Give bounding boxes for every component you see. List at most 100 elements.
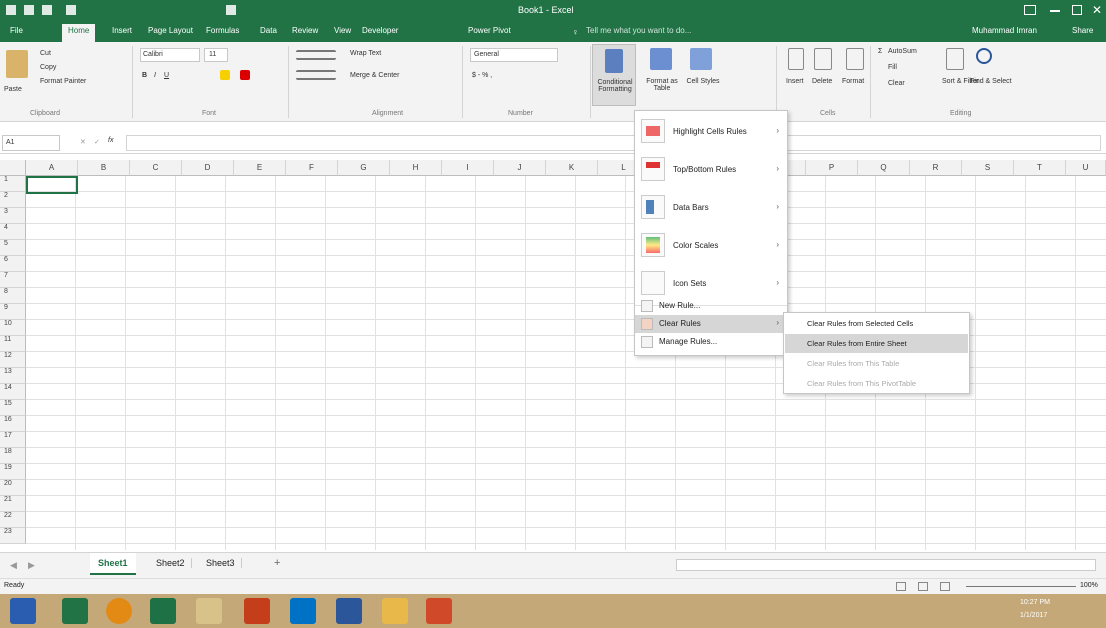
row-header[interactable]: 6 — [0, 256, 26, 272]
row-header[interactable]: 19 — [0, 464, 26, 480]
row-header[interactable]: 23 — [0, 528, 26, 544]
insert-function-icon[interactable]: fx — [108, 137, 113, 144]
column-header[interactable]: B — [78, 160, 130, 176]
format-as-table-button[interactable]: Format as Table — [642, 78, 682, 92]
sheet-tab-3[interactable]: Sheet3 — [200, 558, 242, 568]
column-header[interactable]: P — [806, 160, 858, 176]
tab-home[interactable]: Home — [62, 24, 96, 42]
insert-cells-icon[interactable] — [788, 48, 804, 70]
row-header[interactable]: 10 — [0, 320, 26, 336]
clear-button[interactable]: Clear — [888, 80, 905, 87]
delete-button[interactable]: Delete — [812, 78, 832, 85]
column-header[interactable]: H — [390, 160, 442, 176]
tab-formulas[interactable]: Formulas — [206, 26, 239, 35]
row-header[interactable]: 12 — [0, 352, 26, 368]
scroll-right-icon[interactable]: ▶ — [28, 560, 35, 571]
align-top-icon[interactable] — [296, 50, 336, 60]
select-all-corner[interactable] — [0, 160, 26, 176]
folder-icon[interactable] — [382, 598, 408, 624]
minimize-icon[interactable] — [1050, 10, 1060, 12]
active-cell-a1[interactable] — [26, 176, 78, 194]
scroll-left-icon[interactable]: ◀ — [10, 560, 17, 571]
row-header[interactable]: 9 — [0, 304, 26, 320]
start-icon[interactable] — [10, 598, 36, 624]
find-select-button[interactable]: Find & Select — [970, 78, 1012, 85]
tab-page-layout[interactable]: Page Layout — [148, 26, 193, 35]
menu-item-manage-rules[interactable]: Manage Rules... — [635, 333, 787, 351]
cancel-icon[interactable]: ✕ — [80, 138, 86, 146]
tab-view[interactable]: View — [334, 26, 351, 35]
row-header[interactable]: 13 — [0, 368, 26, 384]
form-icon[interactable] — [66, 5, 76, 15]
menu-item-top-bottom-rules[interactable]: Top/Bottom Rules › — [635, 151, 787, 189]
column-header[interactable]: D — [182, 160, 234, 176]
tab-review[interactable]: Review — [292, 26, 318, 35]
menu-item-new-rule[interactable]: New Rule... — [635, 297, 787, 315]
row-header[interactable]: 1 — [0, 176, 26, 192]
tab-developer[interactable]: Developer — [362, 26, 398, 35]
zoom-slider[interactable] — [966, 586, 1076, 587]
font-size-select[interactable]: 11 — [204, 48, 228, 62]
tab-data[interactable]: Data — [260, 26, 277, 35]
column-header[interactable]: E — [234, 160, 286, 176]
accounting-format-icon[interactable]: $ - % , — [472, 72, 492, 79]
share-button[interactable]: Share — [1072, 26, 1093, 35]
insert-button[interactable]: Insert — [786, 78, 804, 85]
horizontal-scrollbar[interactable] — [676, 559, 1096, 571]
page-layout-view-icon[interactable] — [918, 582, 928, 591]
format-cells-icon[interactable] — [846, 48, 864, 70]
row-header[interactable]: 3 — [0, 208, 26, 224]
column-header[interactable]: A — [26, 160, 78, 176]
tab-insert[interactable]: Insert — [112, 26, 132, 35]
row-header[interactable]: 15 — [0, 400, 26, 416]
wrap-text-button[interactable]: Wrap Text — [350, 50, 381, 57]
column-header[interactable]: T — [1014, 160, 1066, 176]
row-header[interactable]: 18 — [0, 448, 26, 464]
align-left-icon[interactable] — [296, 70, 336, 80]
excel-taskbar-icon[interactable] — [150, 598, 176, 624]
column-header[interactable]: Q — [858, 160, 910, 176]
menu-item-color-scales[interactable]: Color Scales › — [635, 227, 787, 265]
fill-button[interactable]: Fill — [888, 64, 897, 71]
row-header[interactable]: 4 — [0, 224, 26, 240]
conditional-formatting-button[interactable]: Conditional Formatting — [592, 44, 636, 106]
number-format-select[interactable]: General — [470, 48, 558, 62]
row-header[interactable]: 20 — [0, 480, 26, 496]
undo-icon[interactable] — [24, 5, 34, 15]
tab-power-pivot[interactable]: Power Pivot — [468, 26, 511, 35]
powerpoint-icon[interactable] — [244, 598, 270, 624]
row-header[interactable]: 22 — [0, 512, 26, 528]
enter-icon[interactable]: ✓ — [94, 138, 100, 146]
font-color-icon[interactable] — [240, 70, 250, 80]
column-header[interactable]: S — [962, 160, 1014, 176]
font-name-select[interactable]: Calibri — [140, 48, 200, 62]
file-explorer-icon[interactable] — [196, 598, 222, 624]
name-box[interactable]: A1 — [2, 135, 60, 151]
underline-icon[interactable]: U — [164, 72, 169, 79]
italic-icon[interactable]: I — [154, 72, 156, 79]
fill-color-icon[interactable] — [220, 70, 230, 80]
cell-styles-icon[interactable] — [690, 48, 712, 70]
tray-date[interactable]: 1/1/2017 — [1020, 612, 1047, 619]
redo-icon[interactable] — [42, 5, 52, 15]
user-name[interactable]: Muhammad Imran — [972, 26, 1037, 35]
normal-view-icon[interactable] — [896, 582, 906, 591]
submenu-item-selected-cells[interactable]: Clear Rules from Selected Cells — [785, 314, 968, 333]
column-header[interactable]: G — [338, 160, 390, 176]
page-break-view-icon[interactable] — [940, 582, 950, 591]
merge-center-button[interactable]: Merge & Center — [350, 72, 399, 79]
sort-filter-icon[interactable] — [946, 48, 964, 70]
menu-item-highlight-cells-rules[interactable]: Highlight Cells Rules › — [635, 113, 787, 151]
row-header[interactable]: 8 — [0, 288, 26, 304]
submenu-item-entire-sheet[interactable]: Clear Rules from Entire Sheet — [785, 334, 968, 353]
word-icon[interactable] — [336, 598, 362, 624]
row-header[interactable]: 2 — [0, 192, 26, 208]
row-header[interactable]: 21 — [0, 496, 26, 512]
bold-icon[interactable]: B — [142, 72, 147, 79]
ribbon-display-icon[interactable] — [1024, 5, 1036, 15]
format-painter-button[interactable]: Format Painter — [40, 78, 86, 85]
autosum-button[interactable]: AutoSum — [888, 48, 917, 55]
tell-me-box[interactable]: Tell me what you want to do... — [586, 26, 691, 35]
add-sheet-button[interactable]: + — [274, 557, 280, 569]
format-button[interactable]: Format — [842, 78, 864, 85]
